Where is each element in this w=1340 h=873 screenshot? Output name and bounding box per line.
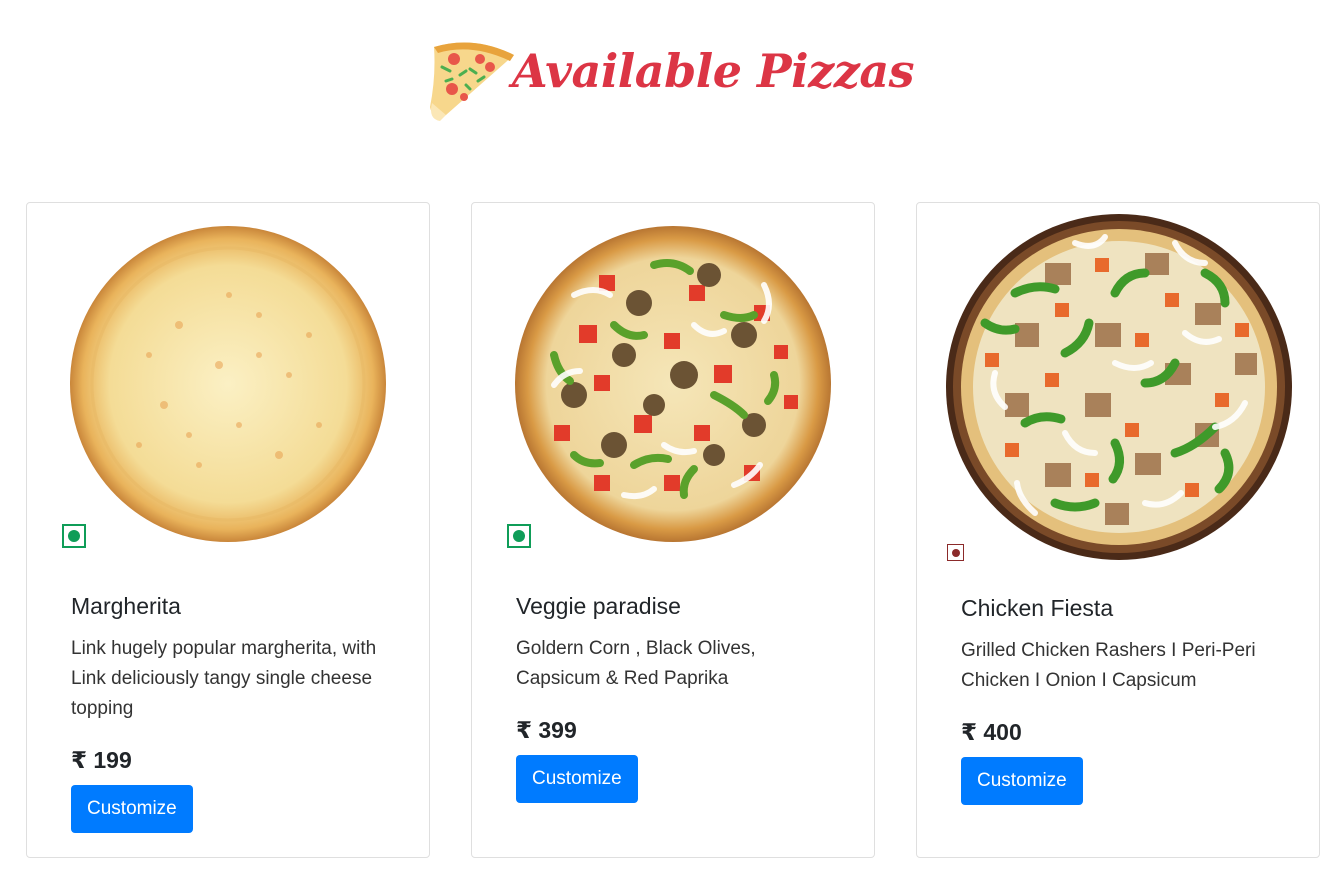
- non-veg-indicator-icon: [947, 544, 964, 561]
- pizza-price: ₹ 399: [516, 717, 577, 743]
- veggie-paradise-pizza-image: [515, 226, 831, 542]
- pizza-slice-icon: [429, 42, 514, 121]
- pizza-description: Goldern Corn , Black Olives, Capsicum & …: [516, 638, 756, 689]
- pizza-card-margherita: Margherita Link hugely popular margherit…: [26, 202, 430, 858]
- customize-button[interactable]: Customize: [961, 757, 1083, 805]
- chicken-fiesta-pizza-image: [946, 214, 1292, 560]
- veg-indicator-icon: [507, 524, 531, 548]
- page-header: Available Pizzas: [0, 30, 1340, 122]
- pizza-card-veggie-paradise: Veggie paradise Goldern Corn , Black Oli…: [471, 202, 875, 858]
- customize-button[interactable]: Customize: [516, 755, 638, 803]
- pizza-card-chicken-fiesta: Chicken Fiesta Grilled Chicken Rashers I…: [916, 202, 1320, 858]
- margherita-pizza-image: [70, 226, 386, 542]
- pizza-description: Grilled Chicken Rashers I Peri-Peri Chic…: [961, 640, 1256, 691]
- pizza-description: Link hugely popular margherita, with Lin…: [71, 638, 377, 719]
- page-title: Available Pizzas: [511, 44, 915, 98]
- pizza-name: Margherita: [71, 593, 181, 619]
- customize-button[interactable]: Customize: [71, 785, 193, 833]
- pizza-name: Veggie paradise: [516, 593, 681, 619]
- pizza-price: ₹ 400: [961, 719, 1022, 745]
- veg-indicator-icon: [62, 524, 86, 548]
- pizza-name: Chicken Fiesta: [961, 595, 1114, 621]
- pizza-price: ₹ 199: [71, 747, 132, 773]
